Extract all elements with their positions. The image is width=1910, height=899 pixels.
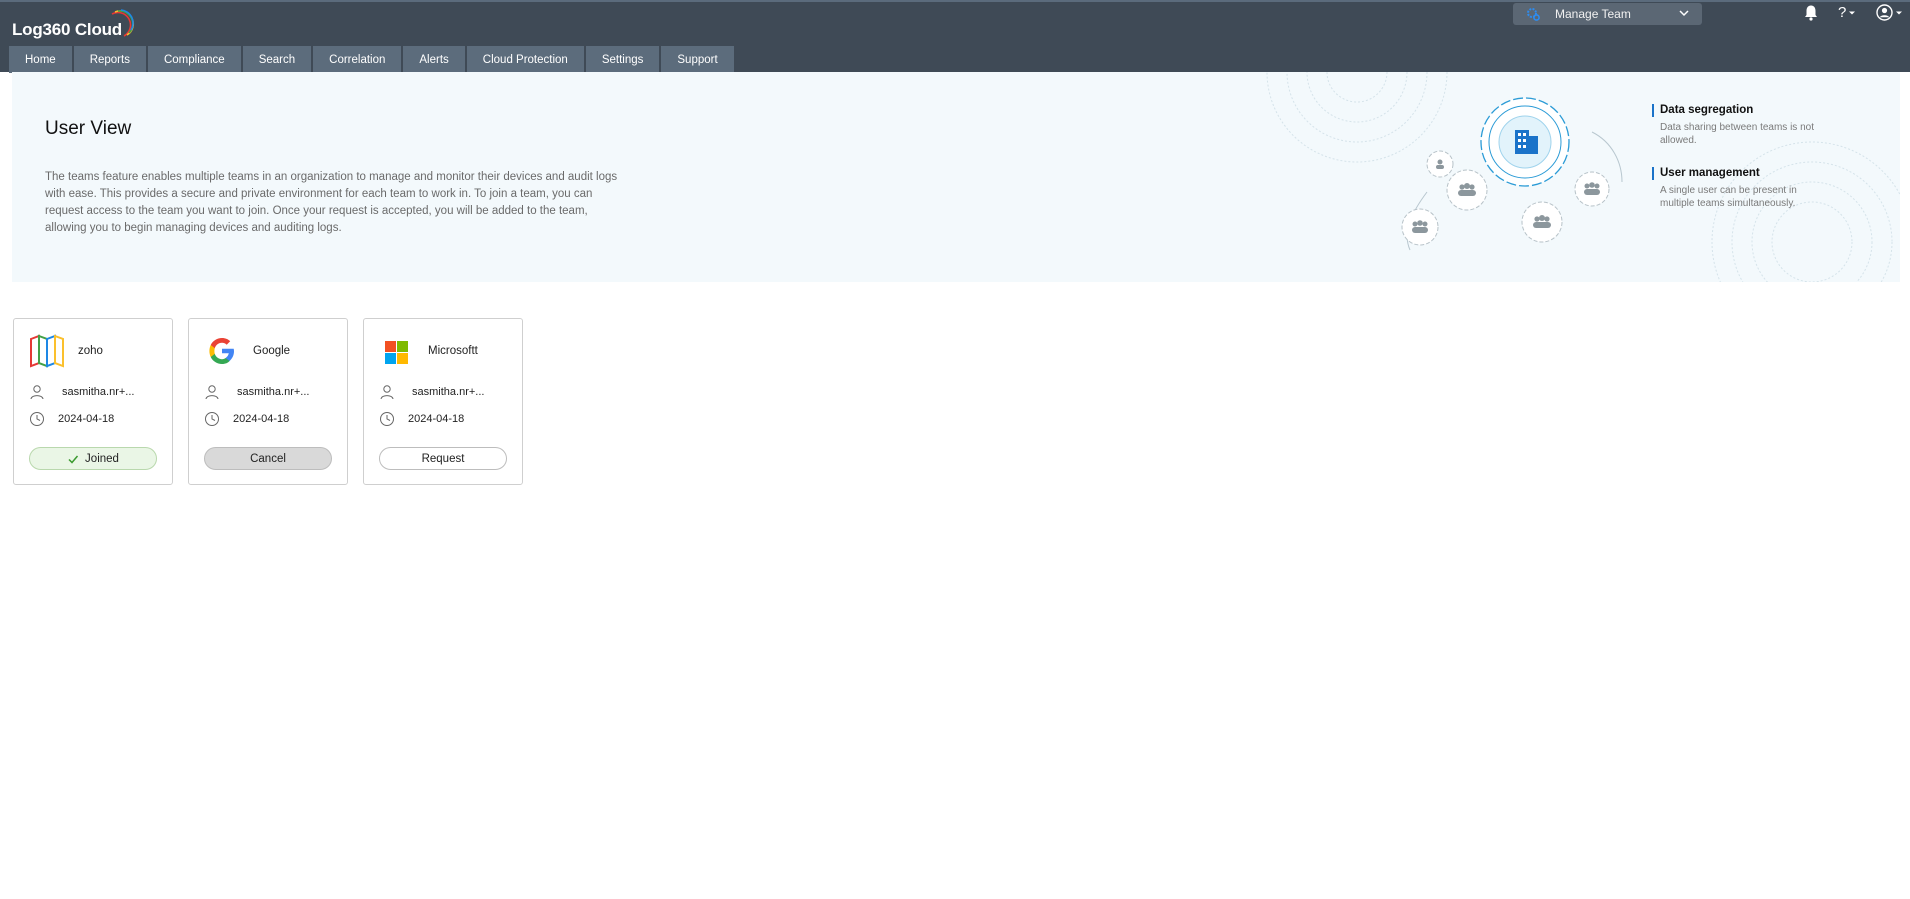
feature-title: User management [1652,167,1832,180]
feature-description: A single user can be present in multiple… [1660,185,1797,209]
caret-down-icon [1849,11,1856,14]
team-user: sasmitha.nr+... [62,386,135,398]
manage-team-dropdown[interactable]: Manage Team [1513,3,1702,25]
help-icon: ? [1838,4,1847,21]
feature-description: Data sharing between teams is not allowe… [1660,122,1814,146]
app-logo[interactable]: Log360 Cloud [12,9,135,40]
google-logo-icon [209,338,234,364]
top-header: Log360 Cloud Manage Team ? Home Reports … [0,0,1910,73]
user-icon [205,385,219,400]
clock-icon [205,412,219,426]
page-title: User View [45,118,132,139]
page-description: The teams feature enables multiple teams… [45,171,618,234]
feature-title: Data segregation [1652,104,1832,117]
user-menu[interactable] [1876,4,1903,21]
team-card-zoho: zoho sasmitha.nr+... 2024-04-18 Joined [13,318,173,485]
joined-button[interactable]: Joined [29,447,157,470]
team-user: sasmitha.nr+... [237,386,310,398]
team-cards: zoho sasmitha.nr+... 2024-04-18 Joined G… [13,318,538,485]
team-card-google: Google sasmitha.nr+... 2024-04-18 Cancel [188,318,348,485]
microsoft-logo-icon [385,341,408,364]
clock-icon [30,412,44,426]
request-button[interactable]: Request [379,447,507,470]
nav-alerts[interactable]: Alerts [403,46,465,73]
feature-user-management: User management A single user can be pre… [1652,167,1832,210]
nav-correlation[interactable]: Correlation [313,46,402,73]
team-user: sasmitha.nr+... [412,386,485,398]
zoho-logo-icon [30,334,64,368]
main-nav: Home Reports Compliance Search Correlati… [9,46,736,73]
nav-settings[interactable]: Settings [585,46,660,73]
chevron-down-icon [1679,10,1689,17]
team-name: zoho [78,345,103,357]
nav-reports[interactable]: Reports [73,46,146,73]
cancel-request-button[interactable]: Cancel [204,447,332,470]
nav-cloud-protection[interactable]: Cloud Protection [466,46,584,73]
nav-home[interactable]: Home [9,46,72,73]
team-name: Google [253,345,291,357]
user-icon [380,385,394,400]
clock-icon [380,412,394,426]
caret-down-icon [1896,11,1902,14]
help-menu[interactable]: ? [1838,4,1856,21]
notification-bell-icon[interactable] [1803,4,1819,22]
user-view-banner: User View The teams feature enables mult… [12,72,1900,282]
joined-button-label: Joined [85,452,119,465]
manage-team-label: Manage Team [1555,7,1631,21]
logo-arc-icon [111,9,135,37]
feature-data-segregation: Data segregation Data sharing between te… [1652,104,1832,147]
team-date: 2024-04-18 [58,413,115,425]
team-name: Microsoftt [428,345,478,357]
nav-support[interactable]: Support [661,46,734,73]
team-card-microsoftt: Microsoftt sasmitha.nr+... 2024-04-18 Re… [363,318,523,485]
user-avatar-icon [1876,4,1893,21]
user-icon [30,385,44,400]
team-date: 2024-04-18 [408,413,465,425]
nav-search[interactable]: Search [242,46,312,73]
team-date: 2024-04-18 [233,413,290,425]
checkmark-icon [68,455,79,464]
team-gear-icon [1527,8,1540,21]
nav-compliance[interactable]: Compliance [147,46,241,73]
